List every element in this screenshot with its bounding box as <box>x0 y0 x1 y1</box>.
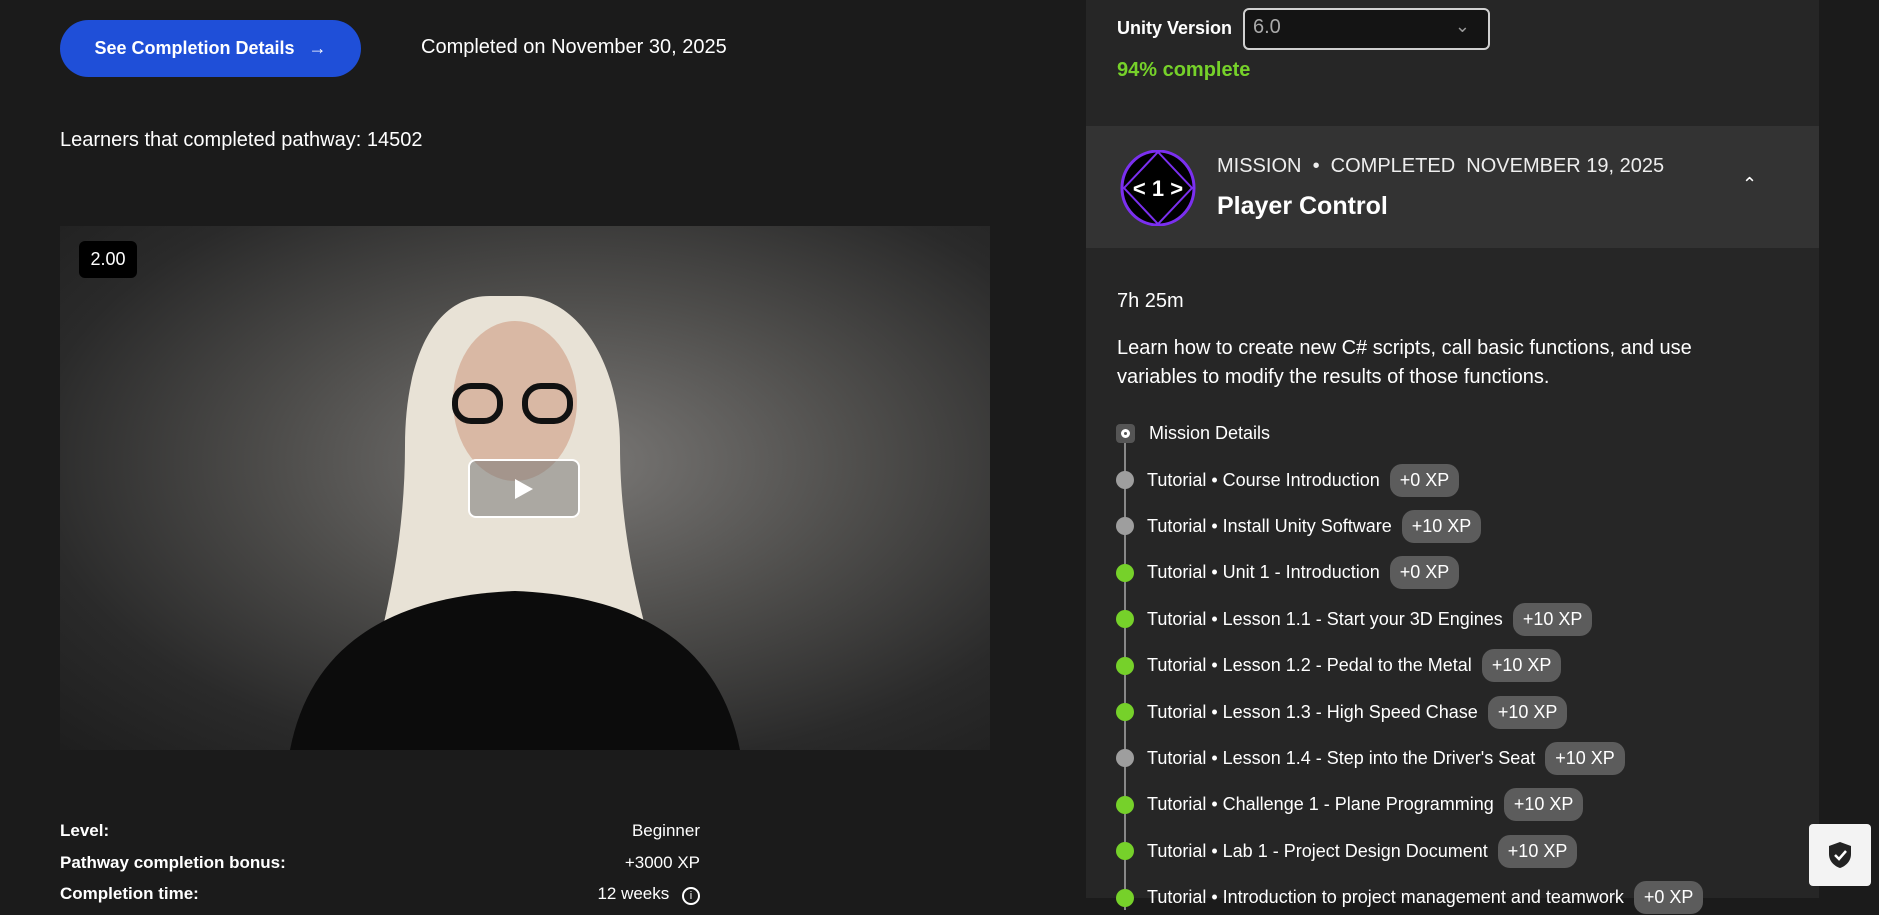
learners-count: Learners that completed pathway: 14502 <box>60 129 423 151</box>
status-dot-icon <box>1116 471 1134 489</box>
tutorial-item[interactable]: Tutorial • Challenge 1 - Plane Programmi… <box>1116 788 1584 822</box>
detail-value: 12 weeks <box>597 884 670 903</box>
svg-text:< 1 >: < 1 > <box>1133 176 1183 201</box>
detail-row-bonus: Pathway completion bonus: +3000 XP <box>60 853 700 873</box>
status-dot-icon <box>1116 656 1134 675</box>
xp-badge: +10 XP <box>1512 602 1593 636</box>
xp-badge: +10 XP <box>1401 509 1482 543</box>
play-icon <box>515 478 533 499</box>
info-icon[interactable]: i <box>682 887 700 905</box>
status-dot-icon <box>1116 703 1134 721</box>
tutorial-item[interactable]: Tutorial • Lab 1 - Project Design Docume… <box>1116 834 1578 868</box>
detail-label: Pathway completion bonus: <box>60 853 286 872</box>
mission-description: Learn how to create new C# scripts, call… <box>1117 337 1692 388</box>
tutorial-item[interactable]: Tutorial • Lesson 1.2 - Pedal to the Met… <box>1116 649 1562 683</box>
unity-version-value: 6.0 <box>1253 16 1281 38</box>
video-player[interactable]: 2.00 <box>60 226 990 750</box>
tutorial-item[interactable]: Tutorial • Unit 1 - Introduction +0 XP <box>1116 556 1460 590</box>
chevron-up-icon[interactable]: ⌃ <box>1742 174 1757 195</box>
xp-badge: +10 XP <box>1481 649 1562 683</box>
playback-speed-badge[interactable]: 2.00 <box>79 241 137 278</box>
detail-value: Beginner <box>631 821 700 840</box>
privacy-shield-button[interactable] <box>1809 824 1871 886</box>
tutorial-item[interactable]: Tutorial • Install Unity Software +10 XP <box>1116 509 1482 543</box>
unity-version-label: Unity Version <box>1117 18 1233 38</box>
xp-badge: +10 XP <box>1503 788 1584 822</box>
mission-panel: Unity Version 6.0 ⌄ 94% complete < 1 > M… <box>1086 0 1819 915</box>
tutorial-item[interactable]: Tutorial • Course Introduction +0 XP <box>1116 463 1460 497</box>
status-dot-icon <box>1116 842 1134 861</box>
tutorial-label: Tutorial • Lab 1 - Project Design Docume… <box>1147 840 1488 861</box>
detail-label: Level: <box>60 821 110 840</box>
eye-icon <box>1116 423 1135 443</box>
progress-text: 94% complete <box>1117 59 1251 81</box>
tutorial-item[interactable]: Tutorial • Lesson 1.3 - High Speed Chase… <box>1116 695 1568 729</box>
mission-code-icon: < 1 > <box>1120 150 1196 226</box>
detail-label: Completion time: <box>60 884 199 903</box>
xp-badge: +0 XP <box>1389 463 1460 497</box>
status-dot-icon <box>1116 795 1134 814</box>
arrow-right-icon: → <box>308 38 327 58</box>
tutorial-item[interactable]: Tutorial • Lesson 1.1 - Start your 3D En… <box>1116 602 1593 636</box>
xp-badge: +10 XP <box>1487 695 1568 729</box>
tutorial-label: Tutorial • Unit 1 - Introduction <box>1147 562 1380 583</box>
xp-badge: +10 XP <box>1497 834 1578 868</box>
mission-duration: 7h 25m <box>1117 290 1184 312</box>
tutorial-label: Tutorial • Lesson 1.3 - High Speed Chase <box>1147 701 1478 722</box>
tutorial-label: Tutorial • Lesson 1.2 - Pedal to the Met… <box>1147 655 1472 676</box>
detail-value: +3000 XP <box>624 853 700 872</box>
tutorial-label: Tutorial • Install Unity Software <box>1147 515 1392 536</box>
play-button[interactable] <box>468 459 580 518</box>
mission-details-label: Mission Details <box>1149 422 1271 443</box>
detail-row-level: Level: Beginner <box>60 821 700 841</box>
xp-badge: +0 XP <box>1389 556 1460 590</box>
tutorial-label: Tutorial • Lesson 1.4 - Step into the Dr… <box>1147 747 1536 768</box>
detail-row-completion-time: Completion time: 12 weeks i <box>60 884 700 905</box>
button-label: See Completion Details <box>94 38 295 58</box>
xp-badge: +10 XP <box>1545 741 1625 775</box>
tutorial-label: Tutorial • Course Introduction <box>1147 469 1380 490</box>
see-completion-details-button[interactable]: See Completion Details → <box>60 20 361 77</box>
status-dot-icon <box>1116 517 1134 536</box>
mission-header[interactable]: < 1 > MISSION • COMPLETED NOVEMBER 19, 2… <box>1086 126 1819 248</box>
chevron-down-icon: ⌄ <box>1454 16 1470 36</box>
mission-details-link[interactable]: Mission Details <box>1116 416 1270 450</box>
mission-title: Player Control <box>1217 192 1388 220</box>
tutorial-label: Tutorial • Lesson 1.1 - Start your 3D En… <box>1147 608 1503 629</box>
tutorial-item[interactable]: Tutorial • Lesson 1.4 - Step into the Dr… <box>1116 741 1625 775</box>
status-dot-icon <box>1116 610 1134 629</box>
unity-version-select[interactable]: 6.0 ⌄ <box>1243 8 1490 50</box>
completed-date: Completed on November 30, 2025 <box>421 36 727 58</box>
status-dot-icon <box>1116 749 1134 768</box>
tutorial-label: Tutorial • Challenge 1 - Plane Programmi… <box>1147 794 1494 815</box>
shield-check-icon <box>1829 842 1851 868</box>
status-dot-icon <box>1116 563 1134 582</box>
mission-meta: MISSION • COMPLETED NOVEMBER 19, 2025 <box>1217 155 1665 177</box>
